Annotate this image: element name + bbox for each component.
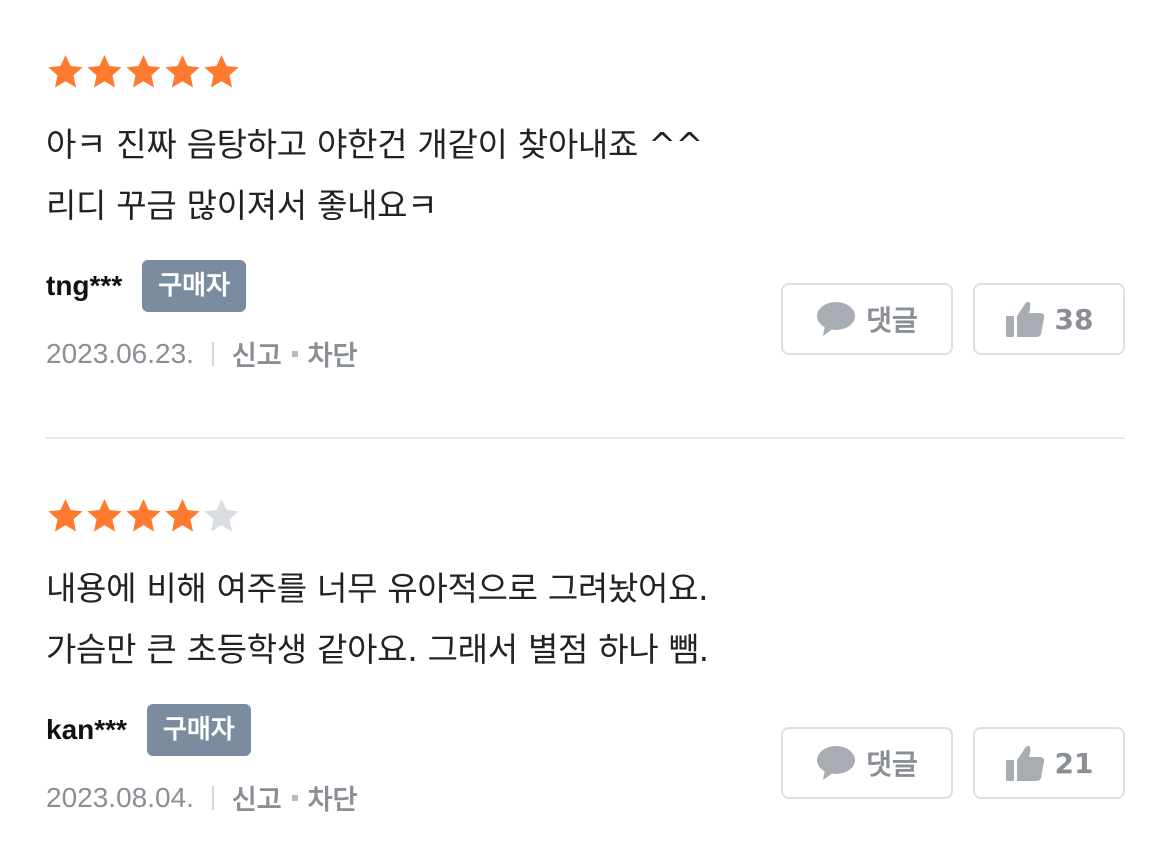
divider (211, 785, 214, 810)
review-meta: tng*** 구매자 2023.06.23. 신고 차단 댓글 38 (46, 260, 1125, 380)
review-text-line: 가슴만 큰 초등학생 같아요. 그래서 별점 하나 뺌. (46, 630, 709, 669)
star-filled-icon (87, 498, 122, 532)
like-count: 38 (1054, 302, 1094, 336)
review-meta: kan*** 구매자 2023.08.04. 신고 차단 댓글 21 (46, 704, 1125, 824)
review-text-line: 내용에 비해 여주를 너무 유아적으로 그려놨어요. (46, 569, 709, 608)
block-link[interactable]: 차단 (308, 334, 358, 373)
speech-bubble-icon (816, 745, 856, 781)
review-text-line: 아ㅋ 진짜 음탕하고 야한건 개같이 찾아내죠 ^^ (46, 125, 703, 164)
report-link[interactable]: 신고 (232, 334, 282, 373)
like-button[interactable]: 38 (973, 283, 1125, 355)
thumbs-up-icon (1005, 743, 1045, 783)
star-rating (46, 496, 1125, 536)
block-link[interactable]: 차단 (308, 778, 358, 817)
star-filled-icon (48, 54, 83, 88)
review-date: 2023.06.23. (46, 337, 194, 369)
star-filled-icon (48, 498, 83, 532)
like-count: 21 (1054, 746, 1094, 780)
review-item: 내용에 비해 여주를 너무 유아적으로 그려놨어요. 가슴만 큰 초등학생 같아… (46, 496, 1125, 824)
star-rating (46, 52, 1125, 92)
thumbs-up-icon (1005, 299, 1045, 339)
review-text-line: 리디 꾸금 많이져서 좋내요ㅋ (46, 186, 438, 225)
separator-dot (291, 794, 298, 801)
review-text: 아ㅋ 진짜 음탕하고 야한건 개같이 찾아내죠 ^^ 리디 꾸금 많이져서 좋내… (46, 114, 1125, 236)
star-filled-icon (165, 498, 200, 532)
comment-button[interactable]: 댓글 (781, 727, 953, 799)
star-filled-icon (87, 54, 122, 88)
speech-bubble-icon (816, 301, 856, 337)
reviewer-username: kan*** (46, 714, 127, 745)
comment-label: 댓글 (866, 304, 918, 337)
buyer-badge: 구매자 (142, 260, 246, 312)
star-empty-icon (204, 498, 239, 532)
star-filled-icon (126, 498, 161, 532)
review-date: 2023.08.04. (46, 781, 194, 813)
star-filled-icon (126, 54, 161, 88)
like-button[interactable]: 21 (973, 727, 1125, 799)
separator-dot (291, 350, 298, 357)
divider (211, 341, 214, 366)
comment-label: 댓글 (866, 748, 918, 781)
comment-button[interactable]: 댓글 (781, 283, 953, 355)
buyer-badge: 구매자 (146, 704, 251, 756)
reviewer-username: tng*** (46, 270, 123, 301)
report-link[interactable]: 신고 (232, 778, 282, 817)
star-filled-icon (204, 54, 239, 88)
review-item: 아ㅋ 진짜 음탕하고 야한건 개같이 찾아내죠 ^^ 리디 꾸금 많이져서 좋내… (46, 52, 1125, 380)
review-text: 내용에 비해 여주를 너무 유아적으로 그려놨어요. 가슴만 큰 초등학생 같아… (46, 558, 1125, 680)
review-divider (46, 437, 1125, 439)
star-filled-icon (165, 54, 200, 88)
